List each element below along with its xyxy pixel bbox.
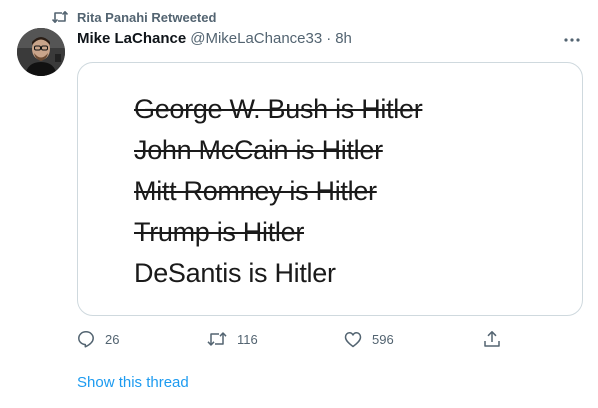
- meme-line-mccain: John McCain is Hitler: [134, 135, 383, 165]
- share-icon: [483, 330, 501, 348]
- meme-text: George W. Bush is Hitler John McCain is …: [134, 89, 423, 294]
- retweeted-by-label[interactable]: Rita Panahi Retweeted: [77, 10, 216, 25]
- author-handle[interactable]: @MikeLaChance33: [190, 30, 322, 47]
- avatar[interactable]: [17, 28, 65, 76]
- like-button[interactable]: 596: [344, 328, 394, 350]
- retweet-count: 116: [237, 331, 258, 347]
- retweet-icon: [207, 331, 227, 347]
- share-button[interactable]: [483, 328, 501, 350]
- separator: ·: [326, 29, 332, 47]
- meme-line-trump: Trump is Hitler: [134, 217, 305, 247]
- tweet-timestamp[interactable]: 8h: [335, 30, 352, 47]
- tweet-actions: 26 116 596: [77, 328, 507, 350]
- tweet-media[interactable]: George W. Bush is Hitler John McCain is …: [77, 62, 583, 316]
- retweet-icon: [52, 10, 68, 24]
- tweet-header: Mike LaChance @MikeLaChance33 · 8h: [77, 28, 538, 48]
- like-icon: [344, 331, 362, 348]
- author-name[interactable]: Mike LaChance: [77, 30, 186, 47]
- reply-button[interactable]: 26: [77, 328, 119, 350]
- meme-line-romney: Mitt Romney is Hitler: [134, 176, 377, 206]
- retweeted-by: Rita Panahi Retweeted: [52, 7, 216, 27]
- retweet-button[interactable]: 116: [207, 328, 258, 350]
- tweet[interactable]: Rita Panahi Retweeted Mike LaChance @Mik…: [0, 0, 598, 408]
- more-options-button[interactable]: [562, 28, 582, 48]
- more-dots-icon: [564, 29, 580, 47]
- meme-line-desantis: DeSantis is Hitler: [134, 258, 336, 288]
- show-thread-link[interactable]: Show this thread: [77, 374, 189, 391]
- like-count: 596: [372, 331, 394, 347]
- reply-count: 26: [105, 331, 120, 347]
- meme-line-bush: George W. Bush is Hitler: [134, 94, 423, 124]
- reply-icon: [77, 330, 95, 348]
